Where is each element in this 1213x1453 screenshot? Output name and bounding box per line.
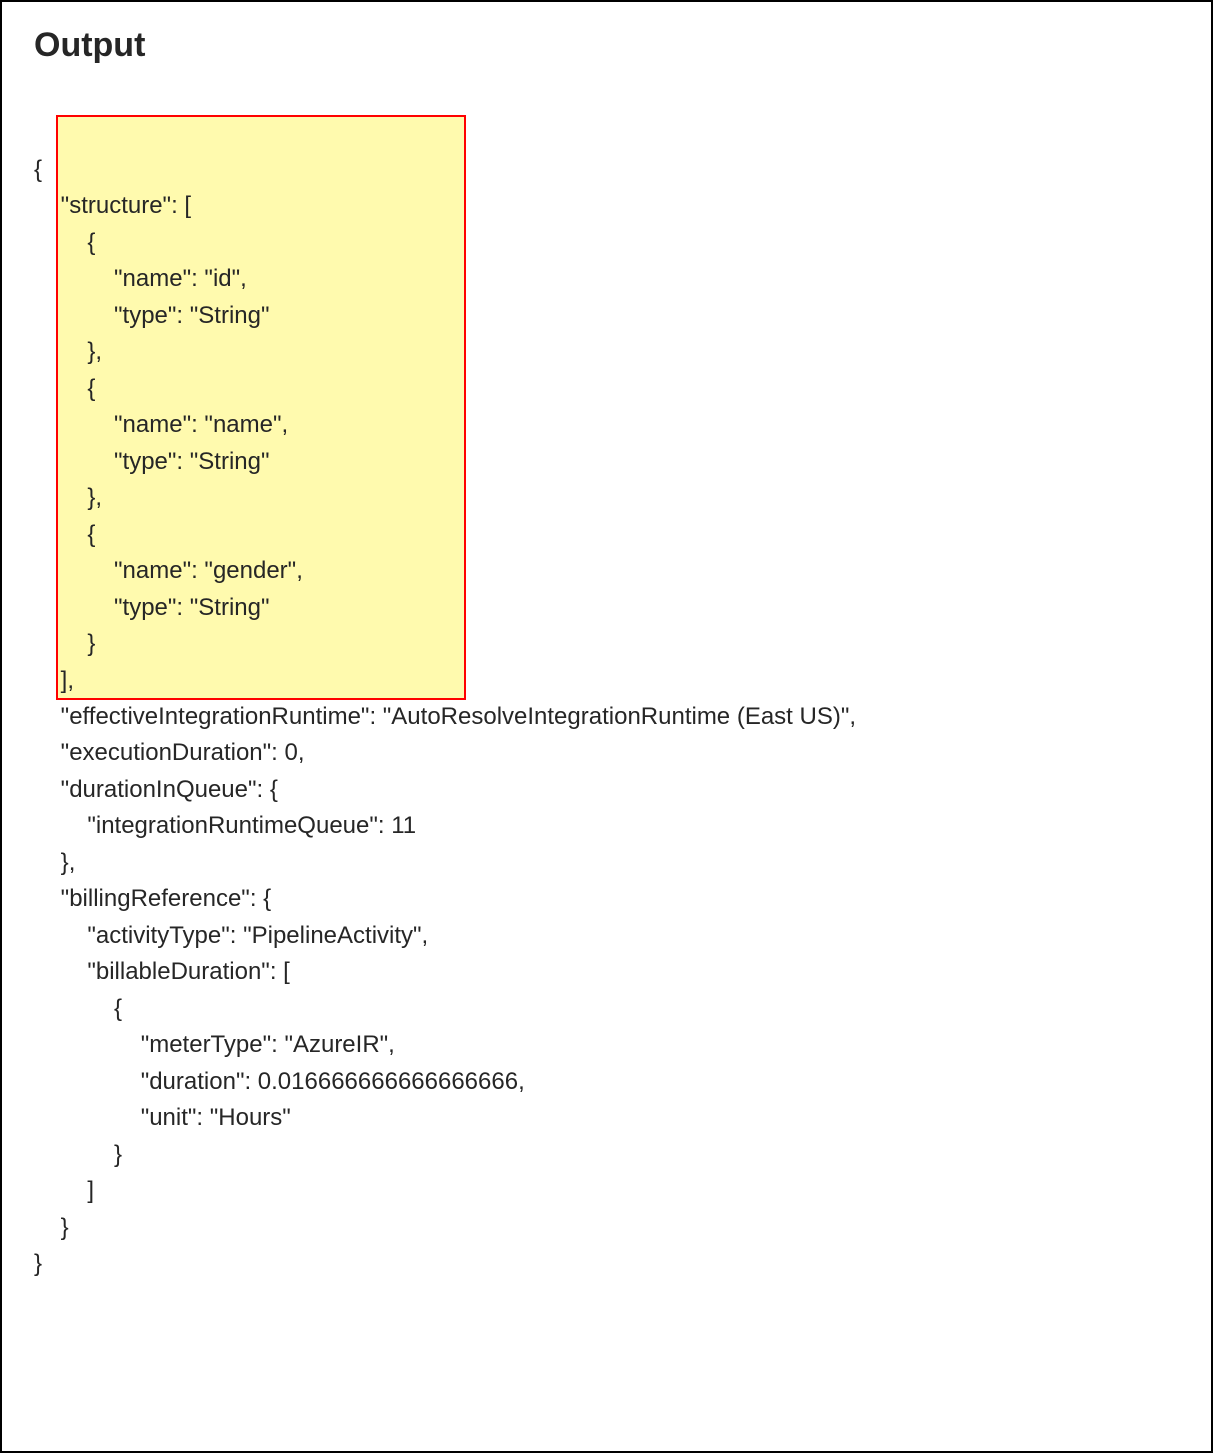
json-line: "billableDuration": [ — [34, 958, 290, 985]
json-line: "type": "String" — [34, 594, 270, 621]
json-line: "billingReference": { — [34, 885, 271, 912]
json-line: "durationInQueue": { — [34, 776, 278, 803]
json-line: }, — [34, 338, 102, 365]
output-panel: Output { "structure": [ { "name": "id", … — [0, 0, 1213, 1453]
json-line: ], — [34, 667, 74, 694]
json-line: { — [34, 229, 95, 256]
json-line: "structure": [ — [34, 192, 191, 219]
json-line: } — [34, 1214, 69, 1241]
json-line: "unit": "Hours" — [34, 1104, 291, 1131]
output-heading: Output — [34, 26, 1179, 65]
json-line: { — [34, 521, 95, 548]
json-line: } — [34, 630, 95, 657]
json-line: { — [34, 156, 42, 183]
json-line: "integrationRuntimeQueue": 11 — [34, 812, 416, 839]
json-line: }, — [34, 849, 75, 876]
json-line: "activityType": "PipelineActivity", — [34, 922, 428, 949]
json-line: } — [34, 1141, 122, 1168]
json-line: "duration": 0.016666666666666666, — [34, 1068, 525, 1095]
json-line: "name": "name", — [34, 411, 288, 438]
json-line: "type": "String" — [34, 448, 270, 475]
json-line: ] — [34, 1177, 94, 1204]
json-line: }, — [34, 484, 102, 511]
json-line: { — [34, 995, 122, 1022]
json-line: "type": "String" — [34, 302, 270, 329]
json-content: { "structure": [ { "name": "id", "type":… — [34, 152, 1179, 1283]
json-line: "executionDuration": 0, — [34, 739, 305, 766]
json-line: "effectiveIntegrationRuntime": "AutoReso… — [34, 703, 856, 730]
json-line: { — [34, 375, 95, 402]
json-line: "name": "gender", — [34, 557, 303, 584]
json-line: "name": "id", — [34, 265, 247, 292]
json-line: } — [34, 1250, 42, 1277]
json-output-block: { "structure": [ { "name": "id", "type":… — [34, 79, 1179, 1355]
json-line: "meterType": "AzureIR", — [34, 1031, 395, 1058]
